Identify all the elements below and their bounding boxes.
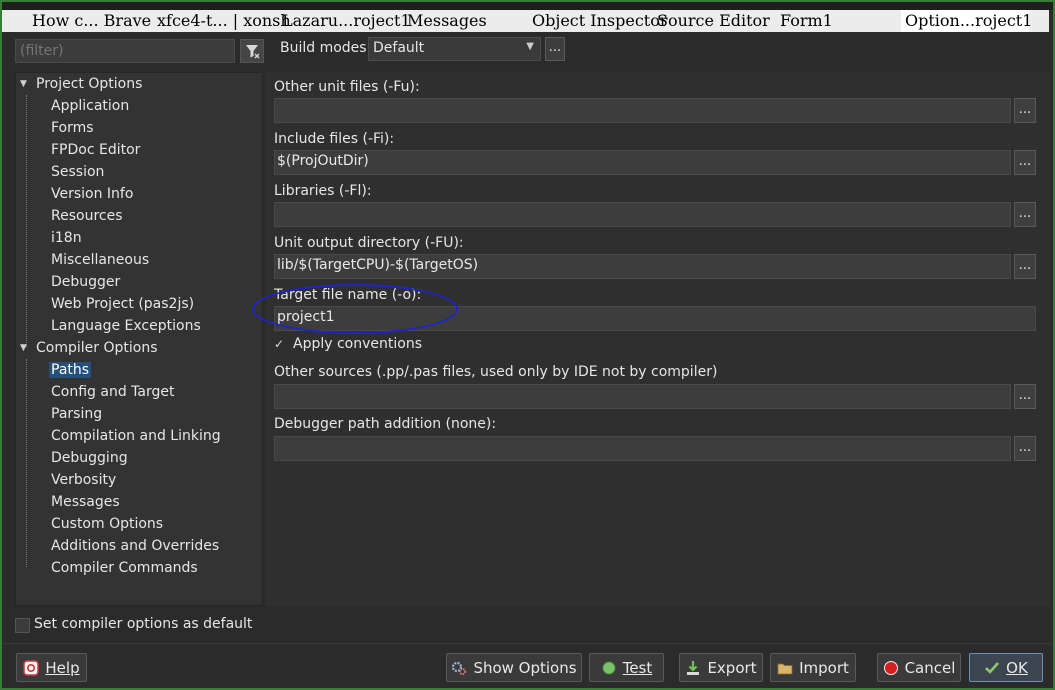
include-files-label: Include files (-Fi):	[274, 131, 395, 147]
other-unit-files-browse-button[interactable]: ...	[1014, 98, 1036, 123]
tree-item-session[interactable]: Session	[51, 161, 104, 183]
filter-clear-button[interactable]	[240, 39, 264, 63]
tree-item-language-exceptions[interactable]: Language Exceptions	[51, 315, 201, 337]
options-window: How c... Brave xfce4-t... | xonsh Lazaru…	[0, 0, 1055, 690]
tree-item-miscellaneous[interactable]: Miscellaneous	[51, 249, 149, 271]
import-label: Import	[799, 658, 849, 677]
build-modes-select[interactable]: Default ▼	[368, 37, 541, 61]
test-label: Test	[622, 658, 653, 677]
show-options-label: Show Options	[473, 658, 577, 677]
other-sources-label: Other sources (.pp/.pas files, used only…	[274, 364, 718, 380]
filter-input[interactable]	[15, 39, 235, 63]
download-icon	[685, 660, 701, 676]
show-options-button[interactable]: Show Options	[446, 653, 582, 682]
bottom-divider	[4, 643, 1051, 644]
options-tree: ▼ Project Options Application Forms FPDo…	[15, 72, 263, 606]
ok-label: OK	[1006, 658, 1028, 677]
tree-group-label: Compiler Options	[36, 340, 158, 356]
checkmark-icon	[984, 660, 1000, 676]
build-modes-edit-button[interactable]: ...	[545, 37, 565, 61]
tree-item-web-project[interactable]: Web Project (pas2js)	[51, 293, 194, 315]
debugger-path-label: Debugger path addition (none):	[274, 416, 497, 432]
tree-item-parsing[interactable]: Parsing	[51, 403, 102, 425]
gears-icon	[451, 660, 467, 676]
cancel-label: Cancel	[904, 658, 956, 677]
tree-item-config-and-target[interactable]: Config and Target	[51, 381, 174, 403]
help-button[interactable]: Help	[16, 653, 87, 682]
task-form1[interactable]: Form1	[780, 10, 833, 32]
tree-item-fpdoc-editor[interactable]: FPDoc Editor	[51, 139, 140, 161]
taskbar: How c... Brave xfce4-t... | xonsh Lazaru…	[2, 10, 1049, 32]
collapse-arrow-icon[interactable]: ▼	[20, 73, 27, 95]
folder-icon	[777, 660, 793, 676]
other-sources-browse-button[interactable]: ...	[1014, 384, 1036, 409]
task-terminal[interactable]: xfce4-t... | xonsh	[157, 10, 291, 32]
tree-group-label: Project Options	[36, 76, 143, 92]
task-lazarus[interactable]: Lazaru...roject1	[282, 10, 411, 32]
other-sources-input[interactable]	[274, 384, 1011, 409]
test-button[interactable]: Test	[589, 653, 664, 682]
tree-item-debugging[interactable]: Debugging	[51, 447, 128, 469]
red-circle-icon	[883, 660, 899, 676]
tree-item-i18n[interactable]: i18n	[51, 227, 82, 249]
set-default-label: Set compiler options as default	[34, 616, 253, 632]
include-files-input[interactable]: $(ProjOutDir)	[274, 150, 1011, 175]
chevron-down-icon: ▼	[526, 41, 534, 52]
unit-output-directory-label: Unit output directory (-FU):	[274, 235, 464, 251]
taskbar-strip	[2, 2, 1053, 10]
tree-item-resources[interactable]: Resources	[51, 205, 123, 227]
tree-item-forms[interactable]: Forms	[51, 117, 94, 139]
task-object-inspector[interactable]: Object Inspector	[532, 10, 667, 32]
task-messages[interactable]: Messages	[407, 10, 487, 32]
apply-conventions-checkbox[interactable]: ✓	[274, 337, 288, 351]
libraries-input[interactable]	[274, 202, 1011, 227]
tree-item-debugger[interactable]: Debugger	[51, 271, 120, 293]
import-button[interactable]: Import	[770, 653, 856, 682]
build-modes-value: Default	[373, 40, 425, 56]
cancel-button[interactable]: Cancel	[877, 653, 961, 682]
task-source-editor[interactable]: Source Editor	[657, 10, 770, 32]
tree-item-version-info[interactable]: Version Info	[51, 183, 133, 205]
funnel-icon	[246, 45, 260, 59]
libraries-label: Libraries (-Fl):	[274, 183, 372, 199]
green-circle-icon	[601, 660, 617, 676]
unit-output-directory-input[interactable]: lib/$(TargetCPU)-$(TargetOS)	[274, 254, 1011, 279]
tree-item-additions-and-overrides[interactable]: Additions and Overrides	[51, 535, 219, 557]
tree-item-compiler-commands[interactable]: Compiler Commands	[51, 557, 198, 579]
ok-button[interactable]: OK	[969, 653, 1043, 682]
debugger-path-input[interactable]	[274, 436, 1011, 461]
other-unit-files-input[interactable]	[274, 98, 1011, 123]
help-label: Help	[45, 658, 80, 677]
tree-item-application[interactable]: Application	[51, 95, 129, 117]
tree-item-messages[interactable]: Messages	[51, 491, 120, 513]
debugger-path-browse-button[interactable]: ...	[1014, 436, 1036, 461]
tree-item-compilation-and-linking[interactable]: Compilation and Linking	[51, 425, 221, 447]
help-icon	[23, 659, 40, 676]
collapse-arrow-icon[interactable]: ▼	[20, 337, 27, 359]
include-files-browse-button[interactable]: ...	[1014, 150, 1036, 175]
other-unit-files-label: Other unit files (-Fu):	[274, 79, 420, 95]
tree-item-custom-options[interactable]: Custom Options	[51, 513, 163, 535]
export-button[interactable]: Export	[679, 653, 763, 682]
tree-item-verbosity[interactable]: Verbosity	[51, 469, 116, 491]
unit-output-directory-browse-button[interactable]: ...	[1014, 254, 1036, 279]
tree-item-label: Paths	[49, 362, 92, 378]
libraries-browse-button[interactable]: ...	[1014, 202, 1036, 227]
tree-item-paths[interactable]: Paths	[49, 359, 92, 381]
set-default-checkbox[interactable]	[15, 618, 30, 633]
task-brave[interactable]: How c... Brave	[32, 10, 151, 32]
export-label: Export	[707, 658, 757, 677]
task-options[interactable]: Option...roject1	[901, 10, 1032, 32]
highlight-circle-annotation	[252, 284, 458, 334]
build-modes-label: Build modes	[280, 40, 367, 56]
apply-conventions-label: Apply conventions	[293, 336, 422, 352]
